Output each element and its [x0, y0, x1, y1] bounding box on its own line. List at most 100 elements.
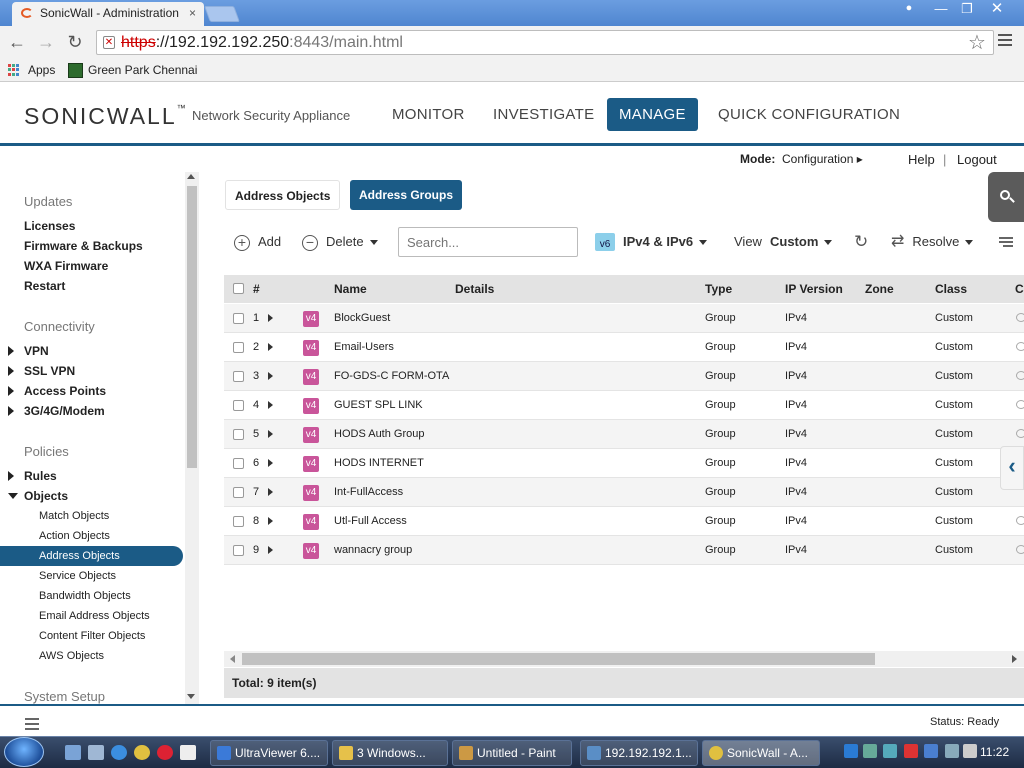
tray-network-icon[interactable] [883, 744, 897, 758]
sidebar-item-ssl-vpn[interactable]: SSL VPN [24, 364, 75, 378]
paint-icon[interactable] [180, 745, 196, 760]
search-panel-button[interactable] [988, 172, 1024, 222]
nav-monitor[interactable]: MONITOR [380, 98, 477, 131]
scroll-up-icon[interactable] [187, 174, 195, 179]
sidebar-item-content-filter-objects[interactable]: Content Filter Objects [39, 630, 145, 642]
comment-icon[interactable] [1016, 342, 1024, 351]
expand-row-icon[interactable] [268, 401, 273, 409]
comment-icon[interactable] [1016, 313, 1024, 322]
network-status-icon[interactable] [945, 744, 959, 758]
column-header-name[interactable]: Name [334, 275, 367, 303]
sidebar-item-firmware[interactable]: Firmware & Backups [24, 239, 143, 253]
comment-icon[interactable] [1016, 400, 1024, 409]
sidebar-item-match-objects[interactable]: Match Objects [39, 510, 109, 522]
column-header-zone[interactable]: Zone [865, 275, 894, 303]
expand-arrow-icon[interactable] [8, 346, 14, 356]
browser-tab[interactable]: SonicWall - Administration × [12, 2, 204, 26]
column-header-details[interactable]: Details [455, 275, 494, 303]
media-player-icon[interactable] [157, 745, 173, 760]
tray-tools-icon[interactable] [863, 744, 877, 758]
column-header-number[interactable]: # [253, 275, 260, 303]
taskbar-item-remote-desktop[interactable]: 192.192.192.1... [580, 740, 698, 766]
row-checkbox[interactable] [233, 342, 244, 353]
column-menu-icon[interactable] [999, 237, 1013, 247]
comment-icon[interactable] [1016, 429, 1024, 438]
expand-arrow-icon[interactable] [8, 406, 14, 416]
add-button[interactable]: + Add [234, 232, 281, 252]
taskbar-item-ultraviewer[interactable]: UltraViewer 6.... [210, 740, 328, 766]
forward-icon[interactable]: → [35, 31, 57, 53]
ip-version-dropdown[interactable]: IPv4 & IPv6 [623, 232, 708, 252]
sidebar-item-action-objects[interactable]: Action Objects [39, 530, 110, 542]
reload-icon[interactable]: ↻ [64, 31, 86, 53]
sidebar-item-access-points[interactable]: Access Points [24, 384, 106, 398]
column-header-type[interactable]: Type [705, 275, 732, 303]
maximize-icon[interactable]: ❐ [954, 0, 980, 18]
sidebar-item-restart[interactable]: Restart [24, 279, 65, 293]
sidebar-item-vpn[interactable]: VPN [24, 344, 49, 358]
scroll-right-icon[interactable] [1012, 655, 1017, 663]
row-checkbox[interactable] [233, 429, 244, 440]
collapse-arrow-icon[interactable] [8, 493, 18, 499]
row-checkbox[interactable] [233, 487, 244, 498]
apps-grid-icon[interactable] [8, 64, 20, 76]
show-desktop-icon[interactable] [65, 745, 81, 760]
row-checkbox[interactable] [233, 516, 244, 527]
row-checkbox[interactable] [233, 400, 244, 411]
back-icon[interactable]: ← [6, 31, 28, 53]
comment-icon[interactable] [1016, 371, 1024, 380]
bookmark-apps[interactable]: Apps [28, 58, 55, 82]
sidebar-item-licenses[interactable]: Licenses [24, 219, 75, 233]
internet-explorer-icon[interactable] [111, 745, 127, 760]
table-row[interactable]: 2 v4 Email-Users Group IPv4 Custom [224, 333, 1024, 362]
expand-row-icon[interactable] [268, 343, 273, 351]
table-row[interactable]: 1 v4 BlockGuest Group IPv4 Custom [224, 304, 1024, 333]
expand-row-icon[interactable] [268, 546, 273, 554]
tab-address-objects[interactable]: Address Objects [225, 180, 341, 210]
bookmark-star-icon[interactable]: ☆ [968, 30, 986, 55]
view-dropdown[interactable]: Custom [770, 232, 833, 252]
sidebar-item-address-objects[interactable]: Address Objects [39, 550, 120, 562]
sidebar-item-service-objects[interactable]: Service Objects [39, 570, 116, 582]
nav-investigate[interactable]: INVESTIGATE [481, 98, 606, 131]
expand-row-icon[interactable] [268, 430, 273, 438]
taskbar-item-sonicwall[interactable]: SonicWall - A... [702, 740, 820, 766]
chrome-icon[interactable] [134, 745, 150, 760]
resolve-button[interactable]: ⇄ Resolve [891, 232, 974, 252]
taskbar-item-paint[interactable]: Untitled - Paint [452, 740, 572, 766]
table-row[interactable]: 6 v4 HODS INTERNET Group IPv4 Custom [224, 449, 1024, 478]
insecure-lock-icon[interactable]: ✕ [103, 36, 115, 49]
mode-value[interactable]: Configuration ▸ [782, 152, 863, 166]
row-checkbox[interactable] [233, 313, 244, 324]
table-row[interactable]: 4 v4 GUEST SPL LINK Group IPv4 Custom [224, 391, 1024, 420]
computer-icon[interactable] [88, 745, 104, 760]
row-checkbox[interactable] [233, 371, 244, 382]
expand-arrow-icon[interactable] [8, 471, 14, 481]
refresh-icon[interactable]: ↻ [854, 232, 868, 252]
row-checkbox[interactable] [233, 545, 244, 556]
expand-arrow-icon[interactable] [8, 366, 14, 376]
table-row[interactable]: 9 v4 wannacry group Group IPv4 Custom [224, 536, 1024, 565]
expand-row-icon[interactable] [268, 488, 273, 496]
start-button-windows-icon[interactable] [4, 737, 44, 767]
help-link[interactable]: Help [908, 152, 935, 167]
expand-arrow-icon[interactable] [8, 386, 14, 396]
comment-icon[interactable] [1016, 516, 1024, 525]
scroll-down-icon[interactable] [187, 694, 195, 699]
delete-button[interactable]: − Delete [302, 232, 378, 252]
expand-row-icon[interactable] [268, 517, 273, 525]
taskbar-item-windows-explorer[interactable]: 3 Windows... [332, 740, 448, 766]
column-header-class[interactable]: Class [935, 275, 967, 303]
logout-link[interactable]: Logout [957, 152, 997, 167]
nav-quick-configuration[interactable]: QUICK CONFIGURATION [706, 98, 912, 131]
sidebar-item-rules[interactable]: Rules [24, 469, 57, 483]
expand-row-icon[interactable] [268, 459, 273, 467]
expand-row-icon[interactable] [268, 372, 273, 380]
comment-icon[interactable] [1016, 545, 1024, 554]
user-profile-icon[interactable]: ● [896, 0, 922, 18]
window-close-icon[interactable]: ✕ [984, 0, 1010, 18]
search-input[interactable] [398, 227, 578, 257]
table-row[interactable]: 8 v4 Utl-Full Access Group IPv4 Custom [224, 507, 1024, 536]
sidebar-item-email-address-objects[interactable]: Email Address Objects [39, 610, 150, 622]
sidebar-item-objects[interactable]: Objects [24, 489, 68, 503]
